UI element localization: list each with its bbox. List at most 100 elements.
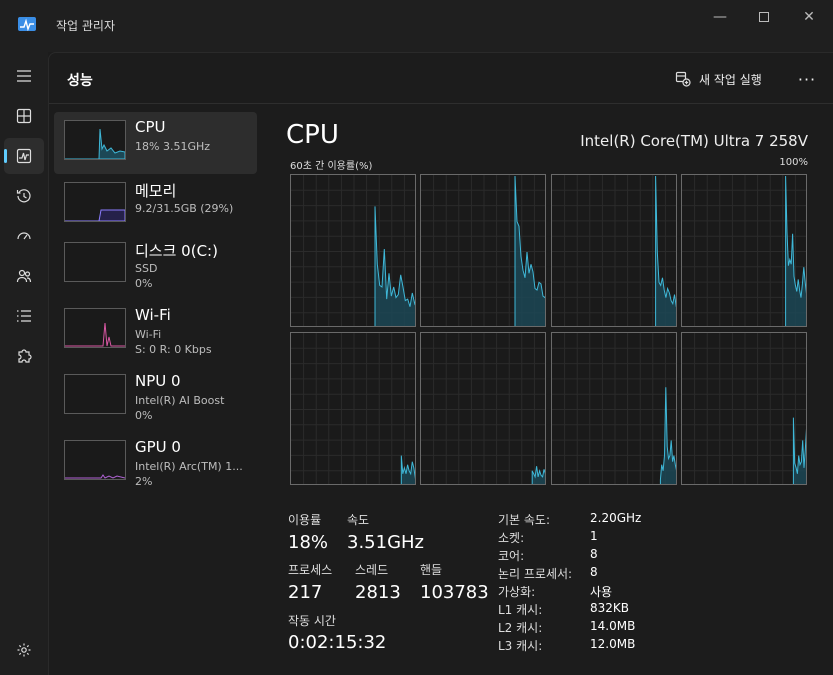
speedometer-icon	[17, 232, 31, 240]
device-stat: 2%	[135, 475, 153, 488]
nav-services[interactable]	[4, 338, 44, 374]
core-graph-plot	[421, 333, 545, 484]
nav-processes[interactable]	[4, 98, 44, 134]
handles-value: 103783	[420, 582, 489, 603]
nav-users[interactable]	[4, 258, 44, 294]
spec-key: 코어:	[498, 549, 525, 563]
spec-key: 기본 속도:	[498, 513, 551, 527]
spec-key: L1 캐시:	[498, 603, 543, 617]
cpu-thumbnail	[64, 120, 126, 160]
header-divider	[49, 103, 833, 104]
speed-label: 속도	[347, 513, 370, 527]
threads-value: 2813	[355, 582, 401, 603]
threads-label: 스레드	[355, 563, 389, 577]
nav-startup-apps[interactable]	[4, 218, 44, 254]
spec-key: 논리 프로세서:	[498, 567, 573, 581]
processes-label: 프로세스	[288, 563, 333, 577]
spec-value: 1	[590, 529, 598, 543]
more-options-button[interactable]: ···	[795, 67, 819, 91]
spec-value: 8	[590, 565, 598, 579]
cpu-model: Intel(R) Core(TM) Ultra 7 258V	[580, 132, 808, 150]
utilization-label: 이용률	[288, 513, 322, 527]
run-new-task-label: 새 작업 실행	[699, 72, 762, 87]
core-graph	[681, 332, 807, 485]
device-stat: 9.2/31.5GB (29%)	[135, 202, 234, 215]
spec-value: 2.20GHz	[590, 511, 642, 525]
page-title: 성능	[67, 73, 93, 89]
device-type: Wi-Fi	[135, 328, 162, 341]
device-stat: 0%	[135, 409, 153, 422]
device-type: SSD	[135, 262, 158, 275]
services-puzzle-icon	[18, 349, 32, 363]
core-graph-plot	[682, 333, 806, 484]
close-icon: ✕	[803, 9, 815, 25]
core-graph	[681, 174, 807, 327]
spec-value: 12.0MB	[590, 637, 636, 651]
device-name: 메모리	[135, 182, 177, 200]
spec-key: L3 캐시:	[498, 639, 543, 653]
nav-settings[interactable]	[4, 632, 44, 668]
device-name: 디스크 0(C:)	[135, 242, 218, 260]
gear-icon	[17, 643, 31, 657]
device-name: Wi-Fi	[135, 306, 171, 324]
core-graph	[420, 174, 546, 327]
nav-app-history[interactable]	[4, 178, 44, 214]
device-stat: S: 0 R: 0 Kbps	[135, 343, 212, 356]
spec-key: L2 캐시:	[498, 621, 543, 635]
core-graph	[290, 174, 416, 327]
uptime-label: 작동 시간	[288, 614, 336, 628]
spec-key: 가상화:	[498, 585, 536, 599]
core-graph	[551, 174, 677, 327]
spec-value: 14.0MB	[590, 619, 636, 633]
hamburger-menu-button[interactable]	[4, 58, 44, 94]
device-cpu[interactable]: CPU 18% 3.51GHz	[54, 112, 257, 174]
title-bar: 작업 관리자 — ✕	[0, 0, 833, 52]
nav-performance[interactable]	[4, 138, 44, 174]
hamburger-icon	[17, 70, 31, 82]
core-graph-plot	[552, 175, 676, 326]
spec-value: 832KB	[590, 601, 630, 615]
core-graph-plot	[421, 175, 545, 326]
speed-value: 3.51GHz	[347, 532, 425, 553]
device-stat: 18% 3.51GHz	[135, 140, 211, 153]
new-task-icon	[675, 71, 691, 87]
graph-time-label: 60초 간 이용률(%)	[290, 161, 373, 172]
minimize-icon: —	[713, 9, 727, 25]
graph-max-label: 100%	[779, 157, 808, 168]
run-new-task-button[interactable]: 새 작업 실행	[675, 67, 762, 91]
spec-key: 소켓:	[498, 531, 525, 545]
core-graph-plot	[682, 175, 806, 326]
disk-thumbnail	[64, 242, 126, 282]
npu-thumbnail	[64, 374, 126, 414]
maximize-icon	[759, 12, 769, 22]
close-button[interactable]: ✕	[786, 4, 832, 30]
device-wifi[interactable]: Wi-Fi Wi-Fi S: 0 R: 0 Kbps	[54, 300, 257, 362]
device-gpu[interactable]: GPU 0 Intel(R) Arc(TM) 1... 2%	[54, 432, 257, 494]
wifi-thumbnail	[64, 308, 126, 348]
task-manager-icon	[18, 17, 36, 31]
window-title: 작업 관리자	[56, 19, 116, 33]
spec-value: 사용	[590, 585, 613, 599]
detail-title: CPU	[286, 120, 339, 150]
main-panel: 성능 새 작업 실행 ··· CPU 18% 3.51GHz 메모리 9.2/3…	[48, 52, 833, 675]
minimize-button[interactable]: —	[697, 4, 743, 30]
history-icon	[16, 189, 31, 203]
nav-details[interactable]	[4, 298, 44, 334]
device-npu[interactable]: NPU 0 Intel(R) AI Boost 0%	[54, 366, 257, 428]
core-graph	[420, 332, 546, 485]
uptime-value: 0:02:15:32	[288, 632, 387, 653]
core-graph	[290, 332, 416, 485]
performance-icon	[16, 148, 32, 164]
processes-icon	[16, 108, 32, 124]
device-disk[interactable]: 디스크 0(C:) SSD 0%	[54, 234, 257, 296]
handles-label: 핸들	[420, 563, 443, 577]
spec-value: 8	[590, 547, 598, 561]
device-memory[interactable]: 메모리 9.2/31.5GB (29%)	[54, 174, 257, 236]
gpu-thumbnail	[64, 440, 126, 480]
maximize-button[interactable]	[741, 4, 787, 30]
details-list-icon	[17, 310, 31, 322]
device-name: NPU 0	[135, 372, 181, 390]
utilization-value: 18%	[288, 532, 329, 553]
core-graph-plot	[552, 333, 676, 484]
device-name: CPU	[135, 118, 166, 136]
